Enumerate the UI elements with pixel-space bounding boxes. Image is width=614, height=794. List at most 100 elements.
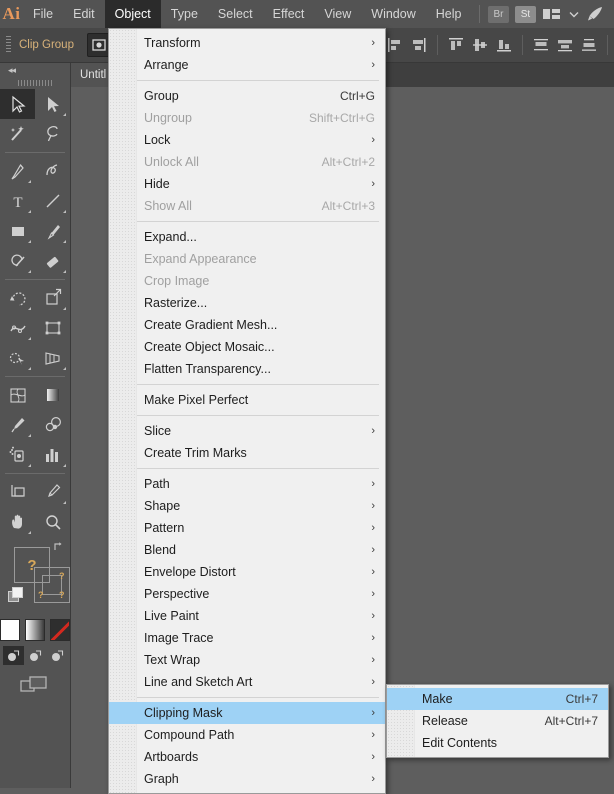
scale-tool[interactable] bbox=[35, 283, 70, 313]
menu-bar-item-file[interactable]: File bbox=[23, 0, 63, 28]
draw-behind-button[interactable] bbox=[25, 646, 46, 665]
rotate-tool[interactable] bbox=[0, 283, 35, 313]
draw-inside-button[interactable] bbox=[47, 646, 68, 665]
menu-item-make-pixel-perfect[interactable]: Make Pixel Perfect bbox=[109, 389, 385, 411]
menu-bar-item-effect[interactable]: Effect bbox=[263, 0, 315, 28]
menu-item-group[interactable]: Group Ctrl+G bbox=[109, 85, 385, 107]
zoom-tool[interactable] bbox=[35, 507, 70, 537]
magic-wand-tool[interactable] bbox=[0, 119, 35, 149]
bridge-icon-label: Br bbox=[488, 5, 509, 23]
menu-bar-item-edit[interactable]: Edit bbox=[63, 0, 105, 28]
direct-selection-tool[interactable] bbox=[35, 89, 70, 119]
workspace-switcher-icon[interactable] bbox=[542, 7, 562, 21]
gradient-tool[interactable] bbox=[35, 380, 70, 410]
control-bar-drag-handle[interactable] bbox=[6, 36, 11, 54]
pen-tool[interactable] bbox=[0, 156, 35, 186]
line-segment-tool[interactable] bbox=[35, 186, 70, 216]
menu-item-compound-path[interactable]: Compound Path › bbox=[109, 724, 385, 746]
symbol-sprayer-tool[interactable] bbox=[0, 440, 35, 470]
rectangle-tool[interactable] bbox=[0, 216, 35, 246]
menu-item-pattern[interactable]: Pattern › bbox=[109, 517, 385, 539]
menu-item-transform[interactable]: Transform › bbox=[109, 32, 385, 54]
menu-item-shape[interactable]: Shape › bbox=[109, 495, 385, 517]
submenu-item-make[interactable]: Make Ctrl+7 bbox=[387, 688, 608, 710]
menu-bar-item-help[interactable]: Help bbox=[426, 0, 472, 28]
menu-item-arrange[interactable]: Arrange › bbox=[109, 54, 385, 76]
lasso-tool[interactable] bbox=[35, 119, 70, 149]
shaper-tool[interactable] bbox=[0, 246, 35, 276]
menu-item-image-trace[interactable]: Image Trace › bbox=[109, 627, 385, 649]
free-transform-tool[interactable] bbox=[35, 313, 70, 343]
menu-item-text-wrap[interactable]: Text Wrap › bbox=[109, 649, 385, 671]
menu-item-expand[interactable]: Expand... bbox=[109, 226, 385, 248]
menu-item-live-paint[interactable]: Live Paint › bbox=[109, 605, 385, 627]
menu-item-lock[interactable]: Lock › bbox=[109, 129, 385, 151]
menu-item-slice[interactable]: Slice › bbox=[109, 420, 385, 442]
menu-item-blend[interactable]: Blend › bbox=[109, 539, 385, 561]
menu-item-label: Image Trace bbox=[144, 631, 214, 645]
stock-icon[interactable]: St bbox=[515, 5, 536, 23]
distribute-top-button[interactable] bbox=[530, 34, 552, 56]
menu-item-create-trim-marks[interactable]: Create Trim Marks bbox=[109, 442, 385, 464]
screen-mode-icon bbox=[20, 676, 47, 692]
change-screen-mode-button[interactable] bbox=[20, 675, 50, 700]
align-bottom-button[interactable] bbox=[493, 34, 515, 56]
submenu-item-release[interactable]: Release Alt+Ctrl+7 bbox=[387, 710, 608, 732]
menu-item-clipping-mask[interactable]: Clipping Mask › bbox=[109, 702, 385, 724]
paintbrush-tool[interactable] bbox=[35, 216, 70, 246]
blend-tool[interactable] bbox=[35, 410, 70, 440]
tool-flyout-indicator bbox=[63, 367, 66, 370]
eraser-tool[interactable] bbox=[35, 246, 70, 276]
menu-item-path[interactable]: Path › bbox=[109, 473, 385, 495]
menu-bar-item-object[interactable]: Object bbox=[104, 0, 161, 28]
bridge-icon[interactable]: Br bbox=[488, 5, 509, 23]
menu-item-line-and-sketch-art[interactable]: Line and Sketch Art › bbox=[109, 671, 385, 693]
menu-bar-item-window[interactable]: Window bbox=[361, 0, 425, 28]
color-swatch-button[interactable] bbox=[0, 619, 20, 641]
menu-item-graph[interactable]: Graph › bbox=[109, 768, 385, 790]
menu-item-perspective[interactable]: Perspective › bbox=[109, 583, 385, 605]
eyedropper-tool[interactable] bbox=[0, 410, 35, 440]
menu-item-envelope-distort[interactable]: Envelope Distort › bbox=[109, 561, 385, 583]
discover-rocket-icon[interactable] bbox=[586, 6, 604, 22]
menu-item-artboards[interactable]: Artboards › bbox=[109, 746, 385, 768]
magic-wand-icon bbox=[10, 126, 24, 141]
screen-mode-row bbox=[0, 675, 70, 700]
align-top-button[interactable] bbox=[445, 34, 467, 56]
menu-item-create-object-mosaic[interactable]: Create Object Mosaic... bbox=[109, 336, 385, 358]
menu-item-create-gradient-mesh[interactable]: Create Gradient Mesh... bbox=[109, 314, 385, 336]
chevron-down-icon[interactable] bbox=[568, 8, 580, 20]
align-vertical-center-button[interactable] bbox=[469, 34, 491, 56]
column-graph-tool[interactable] bbox=[35, 440, 70, 470]
curvature-tool[interactable] bbox=[35, 156, 70, 186]
tools-panel-drag-handle[interactable] bbox=[0, 77, 70, 89]
distribute-vertical-center-button[interactable] bbox=[554, 34, 576, 56]
menu-bar-item-type[interactable]: Type bbox=[161, 0, 208, 28]
type-tool[interactable]: T bbox=[0, 186, 35, 216]
menu-item-rasterize[interactable]: Rasterize... bbox=[109, 292, 385, 314]
align-left-button[interactable] bbox=[384, 34, 406, 56]
stroke-swatch[interactable]: ? ? ? bbox=[34, 567, 70, 603]
menu-bar-item-select[interactable]: Select bbox=[208, 0, 263, 28]
submenu-item-edit-contents[interactable]: Edit Contents bbox=[387, 732, 608, 754]
menu-bar-item-view[interactable]: View bbox=[314, 0, 361, 28]
gradient-swatch-button[interactable] bbox=[25, 619, 45, 641]
menu-item-hide[interactable]: Hide › bbox=[109, 173, 385, 195]
width-tool[interactable] bbox=[0, 313, 35, 343]
hand-tool[interactable] bbox=[0, 507, 35, 537]
perspective-grid-tool[interactable] bbox=[35, 343, 70, 373]
shape-builder-tool[interactable] bbox=[0, 343, 35, 373]
distribute-bottom-button[interactable] bbox=[578, 34, 600, 56]
selection-tool[interactable] bbox=[0, 89, 35, 119]
eyedropper-icon bbox=[10, 418, 24, 433]
draw-normal-button[interactable] bbox=[2, 646, 24, 665]
slice-tool[interactable] bbox=[35, 477, 70, 507]
none-swatch-button[interactable] bbox=[50, 619, 70, 641]
menu-item-flatten-transparency[interactable]: Flatten Transparency... bbox=[109, 358, 385, 380]
mesh-tool[interactable] bbox=[0, 380, 35, 410]
swap-fill-stroke-icon[interactable] bbox=[52, 541, 64, 553]
artboard-tool[interactable] bbox=[0, 477, 35, 507]
collapse-panel-button[interactable]: ◂◂ bbox=[0, 63, 70, 77]
align-horizontal-center-button[interactable] bbox=[408, 34, 430, 56]
default-fill-stroke-button[interactable] bbox=[8, 587, 24, 603]
